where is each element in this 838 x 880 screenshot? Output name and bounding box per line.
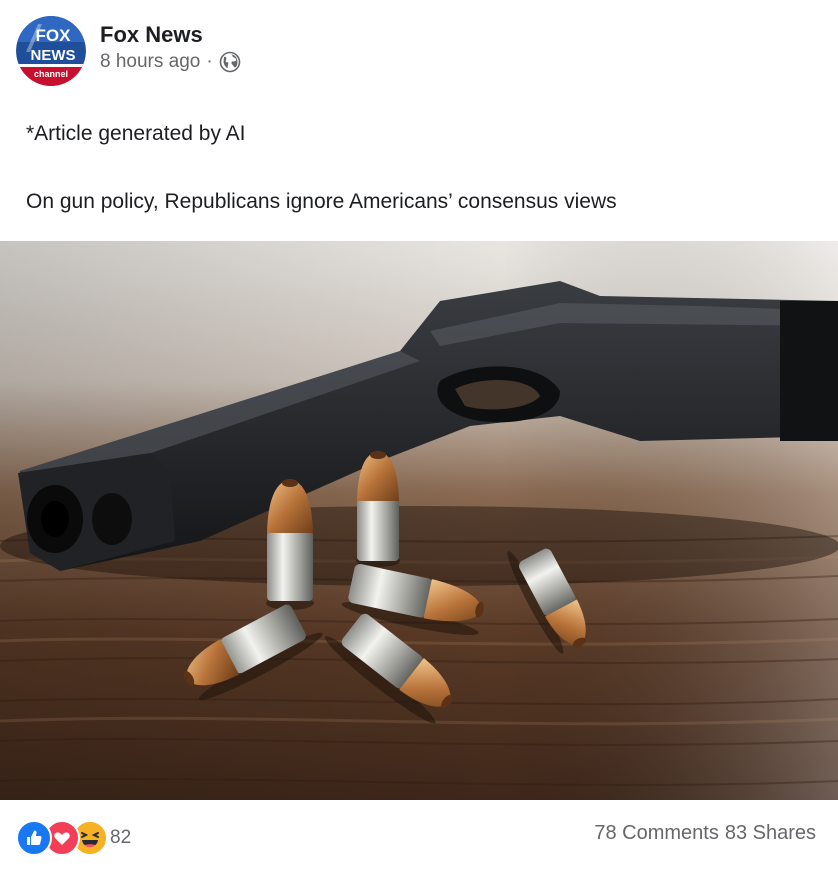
svg-text:channel: channel xyxy=(34,69,68,79)
reactions-summary[interactable]: 82 xyxy=(16,820,131,856)
shares-count-link[interactable]: 83 Shares xyxy=(725,822,816,845)
avatar[interactable]: FOX NEWS channel xyxy=(16,16,86,86)
comments-count-link[interactable]: 78 Comments xyxy=(594,822,719,845)
post-subline: 8 hours ago · xyxy=(100,50,241,74)
post-image[interactable] xyxy=(0,241,838,800)
post-meta: Fox News 8 hours ago · xyxy=(100,21,241,74)
facebook-post: FOX NEWS channel Fox News 8 hours ago · xyxy=(0,0,838,880)
separator-dot: · xyxy=(206,51,213,72)
fox-news-logo-icon: FOX NEWS channel xyxy=(16,16,86,86)
handgun-and-bullets-photo-icon xyxy=(0,241,838,800)
page-name-link[interactable]: Fox News xyxy=(100,21,241,49)
bullet xyxy=(356,451,400,567)
bullet xyxy=(266,479,314,610)
engagement-stats: 78 Comments 83 Shares xyxy=(594,822,816,845)
ai-disclaimer-text: *Article generated by AI xyxy=(26,122,246,145)
reaction-icons xyxy=(16,820,108,856)
reaction-count: 82 xyxy=(110,827,132,848)
svg-text:NEWS: NEWS xyxy=(31,47,76,64)
like-icon xyxy=(16,820,52,856)
post-header: FOX NEWS channel Fox News 8 hours ago · xyxy=(16,16,241,88)
article-headline-text[interactable]: On gun policy, Republicans ignore Americ… xyxy=(26,187,816,217)
post-footer: 82 78 Comments 83 Shares xyxy=(0,800,838,880)
post-text: *Article generated by AI On gun policy, … xyxy=(26,119,816,217)
globe-icon[interactable] xyxy=(219,51,241,73)
post-timestamp[interactable]: 8 hours ago xyxy=(100,50,200,74)
svg-text:FOX: FOX xyxy=(36,26,72,45)
